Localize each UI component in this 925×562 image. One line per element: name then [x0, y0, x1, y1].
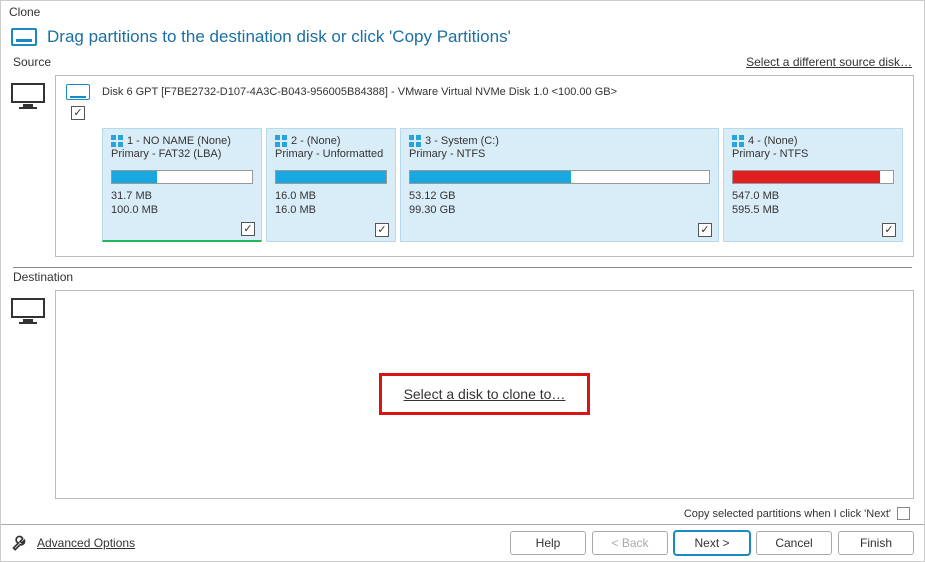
- back-button: < Back: [592, 531, 668, 555]
- partition-sizes: 16.0 MB 16.0 MB: [275, 190, 387, 218]
- partition-checkbox[interactable]: ✓: [698, 223, 712, 237]
- destination-label-row: Destination: [1, 270, 924, 286]
- partition-sizes: 53.12 GB 99.30 GB: [409, 190, 710, 218]
- instruction-text: Drag partitions to the destination disk …: [47, 27, 511, 47]
- partition-checkbox[interactable]: ✓: [375, 223, 389, 237]
- source-panel: Disk 6 GPT [F7BE2732-D107-4A3C-B043-9560…: [55, 75, 914, 257]
- copy-option-label: Copy selected partitions when I click 'N…: [684, 508, 891, 520]
- partition-usage-bar: [732, 170, 894, 184]
- disk-icon: [11, 28, 37, 46]
- window-title: Clone: [1, 1, 924, 23]
- select-destination-label: Select a disk to clone to…: [404, 386, 566, 402]
- partition-title: 1 - NO NAME (None): [127, 135, 231, 147]
- partitions-strip: 1 - NO NAME (None) Primary - FAT32 (LBA)…: [102, 128, 903, 242]
- partition-checkbox[interactable]: ✓: [241, 222, 255, 236]
- cancel-button[interactable]: Cancel: [756, 531, 832, 555]
- partition-type: Primary - FAT32 (LBA): [111, 148, 253, 160]
- separator: [13, 267, 912, 268]
- partition-sizes: 31.7 MB 100.0 MB: [111, 190, 253, 218]
- partition-1[interactable]: 1 - NO NAME (None) Primary - FAT32 (LBA)…: [102, 128, 262, 242]
- copy-option-checkbox[interactable]: [897, 507, 910, 520]
- destination-panel: Select a disk to clone to…: [55, 290, 914, 500]
- source-area: Disk 6 GPT [F7BE2732-D107-4A3C-B043-9560…: [1, 71, 924, 261]
- partition-title: 4 - (None): [748, 135, 798, 147]
- partition-sizes: 547.0 MB 595.5 MB: [732, 190, 894, 218]
- partition-title: 3 - System (C:): [425, 135, 499, 147]
- partition-4[interactable]: 4 - (None) Primary - NTFS 547.0 MB 595.5…: [723, 128, 903, 242]
- instruction-row: Drag partitions to the destination disk …: [1, 23, 924, 55]
- destination-label: Destination: [13, 270, 73, 284]
- source-disk-checkbox[interactable]: ✓: [71, 106, 85, 120]
- partition-3[interactable]: 3 - System (C:) Primary - NTFS 53.12 GB …: [400, 128, 719, 242]
- help-button[interactable]: Help: [510, 531, 586, 555]
- windows-icon: [732, 135, 744, 147]
- partition-type: Primary - Unformatted: [275, 148, 387, 160]
- partition-checkbox[interactable]: ✓: [882, 223, 896, 237]
- windows-icon: [275, 135, 287, 147]
- advanced-options-link[interactable]: Advanced Options: [37, 536, 135, 550]
- source-disk-row: Disk 6 GPT [F7BE2732-D107-4A3C-B043-9560…: [66, 84, 903, 100]
- partition-usage-bar: [111, 170, 253, 184]
- monitor-icon: [11, 298, 45, 326]
- destination-area: Select a disk to clone to…: [1, 286, 924, 504]
- finish-button[interactable]: Finish: [838, 531, 914, 555]
- partition-title: 2 - (None): [291, 135, 341, 147]
- partition-usage-bar: [275, 170, 387, 184]
- partition-2[interactable]: 2 - (None) Primary - Unformatted 16.0 MB…: [266, 128, 396, 242]
- footer-bar: Advanced Options Help < Back Next > Canc…: [1, 524, 924, 561]
- partition-type: Primary - NTFS: [409, 148, 710, 160]
- windows-icon: [111, 135, 123, 147]
- disk-small-icon: [66, 84, 90, 100]
- select-different-source-link[interactable]: Select a different source disk…: [746, 55, 912, 69]
- monitor-icon: [11, 83, 45, 111]
- copy-option-row: Copy selected partitions when I click 'N…: [1, 503, 924, 524]
- source-label: Source: [13, 55, 51, 69]
- windows-icon: [409, 135, 421, 147]
- partition-type: Primary - NTFS: [732, 148, 894, 160]
- partition-usage-bar: [409, 170, 710, 184]
- source-disk-title: Disk 6 GPT [F7BE2732-D107-4A3C-B043-9560…: [102, 86, 617, 98]
- next-button[interactable]: Next >: [674, 531, 750, 555]
- wrench-icon: [11, 533, 31, 553]
- source-label-row: Source Select a different source disk…: [1, 55, 924, 71]
- select-destination-button[interactable]: Select a disk to clone to…: [379, 373, 591, 415]
